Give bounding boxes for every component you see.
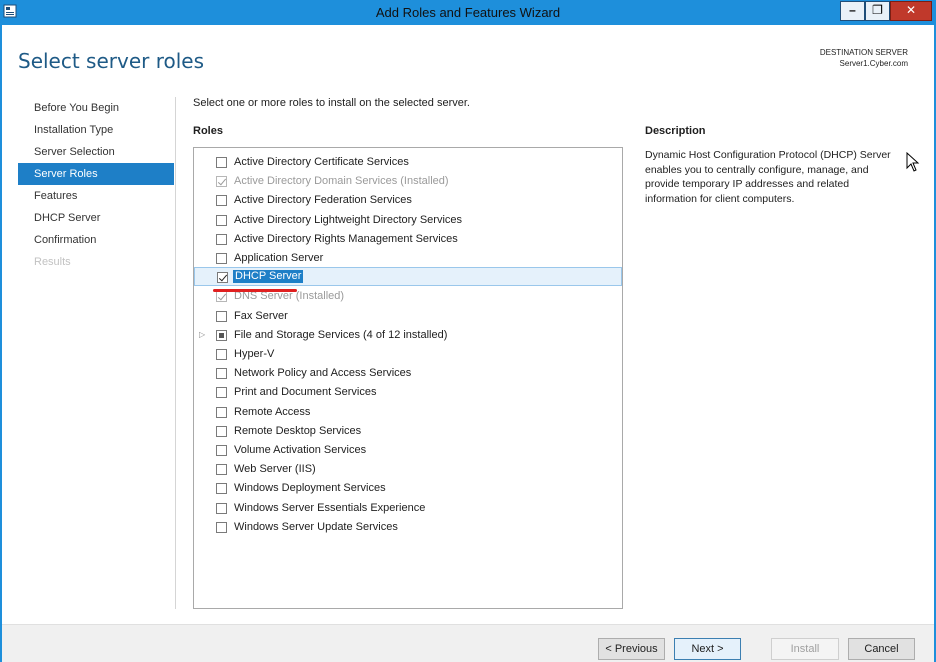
role-checkbox[interactable]: [217, 272, 228, 284]
role-label: DNS Server (Installed): [234, 290, 345, 303]
role-label: Fax Server: [234, 309, 288, 322]
role-label: Active Directory Lightweight Directory S…: [234, 213, 463, 226]
previous-button[interactable]: < Previous: [598, 638, 665, 660]
role-item[interactable]: Windows Server Update Services: [194, 518, 622, 537]
role-checkbox[interactable]: [216, 195, 227, 207]
nav-item-server-roles[interactable]: Server Roles: [18, 163, 174, 185]
role-item[interactable]: ▷ File and Storage Services (4 of 12 inst…: [194, 326, 622, 345]
nav-item-installation-type[interactable]: Installation Type: [18, 119, 174, 141]
annotation-underline: [213, 289, 297, 292]
role-item[interactable]: DHCP Server: [194, 267, 622, 287]
description-header: Description: [645, 125, 706, 137]
role-item[interactable]: Print and Document Services: [194, 383, 622, 402]
role-label: Web Server (IIS): [234, 463, 316, 476]
restore-button[interactable]: ❐: [865, 1, 890, 21]
role-checkbox[interactable]: [216, 425, 227, 437]
role-checkbox: [216, 176, 227, 188]
role-label: Active Directory Rights Management Servi…: [234, 232, 458, 245]
role-label: Active Directory Certificate Services: [234, 156, 409, 168]
role-checkbox[interactable]: [216, 406, 227, 418]
role-item[interactable]: Windows Server Essentials Experience: [194, 499, 622, 518]
role-label: Windows Server Essentials Experience: [234, 501, 426, 514]
role-item[interactable]: Active Directory Lightweight Directory S…: [194, 211, 622, 230]
role-item[interactable]: Network Policy and Access Services: [194, 364, 622, 383]
nav-divider: [175, 97, 176, 609]
window-frame-left: [0, 25, 2, 662]
restore-icon: ❐: [872, 3, 883, 17]
role-checkbox[interactable]: [216, 253, 227, 264]
role-item[interactable]: Application Server: [194, 249, 622, 268]
expand-arrow-icon[interactable]: ▷: [199, 330, 207, 340]
role-checkbox[interactable]: [216, 310, 227, 322]
role-item[interactable]: Web Server (IIS): [194, 460, 622, 479]
role-checkbox[interactable]: [216, 521, 227, 533]
destination-server-name: Server1.Cyber.com: [839, 59, 908, 68]
role-checkbox[interactable]: [216, 233, 227, 245]
role-label: Network Policy and Access Services: [234, 367, 412, 380]
role-label: DHCP Server: [233, 270, 304, 284]
nav-item-results: Results: [34, 256, 71, 268]
role-item[interactable]: Active Directory Rights Management Servi…: [194, 230, 622, 249]
role-checkbox[interactable]: [216, 502, 227, 514]
role-checkbox[interactable]: [216, 157, 227, 168]
role-item[interactable]: Remote Desktop Services: [194, 422, 622, 441]
role-label: File and Storage Services (4 of 12 insta…: [234, 328, 448, 341]
role-label: Active Directory Domain Services (Instal…: [234, 175, 449, 188]
next-button[interactable]: Next >: [674, 638, 741, 660]
nav-item-features[interactable]: Features: [18, 185, 174, 207]
role-label: Hyper-V: [234, 348, 275, 360]
roles-list[interactable]: Active Directory Certificate Services Act…: [193, 147, 623, 609]
role-label: Remote Access: [234, 405, 311, 418]
role-checkbox: [216, 291, 227, 303]
role-item[interactable]: Remote Access: [194, 403, 622, 422]
nav-item-confirmation[interactable]: Confirmation: [18, 229, 174, 251]
role-checkbox[interactable]: [216, 349, 227, 360]
wizard-nav: Before You Begin Installation Type Server …: [18, 97, 174, 273]
close-button[interactable]: ✕: [890, 1, 932, 21]
role-item[interactable]: Active Directory Federation Services: [194, 191, 622, 210]
window-title: Add Roles and Features Wizard: [375, 5, 561, 20]
role-checkbox[interactable]: [216, 368, 227, 380]
role-checkbox[interactable]: [216, 483, 227, 495]
install-button[interactable]: Install: [771, 638, 839, 660]
role-item[interactable]: Active Directory Certificate Services: [194, 153, 622, 172]
nav-item-before-you-begin[interactable]: Before You Begin: [18, 97, 174, 119]
destination-server: DESTINATION SERVER Server1.Cyber.com: [820, 47, 908, 69]
role-label: Active Directory Federation Services: [234, 194, 412, 207]
role-label: Windows Deployment Services: [234, 482, 386, 495]
role-label: Remote Desktop Services: [234, 424, 362, 437]
nav-item-dhcp-server[interactable]: DHCP Server: [18, 207, 174, 229]
minimize-button[interactable]: –: [840, 1, 865, 21]
role-label: Windows Server Update Services: [234, 520, 398, 533]
instruction-text: Select one or more roles to install on t…: [193, 97, 470, 109]
cancel-button[interactable]: Cancel: [848, 638, 915, 660]
title-bar: Add Roles and Features Wizard – ❐ ✕: [0, 0, 936, 25]
role-item[interactable]: Hyper-V: [194, 345, 622, 364]
role-item: Active Directory Domain Services (Instal…: [194, 172, 622, 191]
role-checkbox[interactable]: [216, 387, 227, 399]
role-label: Application Server: [234, 252, 324, 264]
close-icon: ✕: [905, 3, 917, 17]
role-checkbox[interactable]: [216, 445, 227, 456]
nav-item-server-selection[interactable]: Server Selection: [18, 141, 174, 163]
role-item[interactable]: Volume Activation Services: [194, 441, 622, 460]
destination-label: DESTINATION SERVER: [819, 48, 908, 57]
role-item[interactable]: Fax Server: [194, 307, 622, 326]
role-checkbox[interactable]: [216, 329, 227, 341]
roles-header: Roles: [193, 125, 223, 137]
role-checkbox[interactable]: [216, 214, 227, 226]
role-checkbox[interactable]: [216, 464, 227, 476]
mouse-cursor-icon: [906, 152, 920, 172]
description-text: Dynamic Host Configuration Protocol (DHC…: [645, 149, 891, 205]
role-item[interactable]: Windows Deployment Services: [194, 479, 622, 498]
role-label: Print and Document Services: [234, 386, 377, 399]
minimize-icon: –: [849, 3, 856, 17]
role-label: Volume Activation Services: [234, 444, 367, 456]
page-title: Select server roles: [18, 49, 205, 73]
